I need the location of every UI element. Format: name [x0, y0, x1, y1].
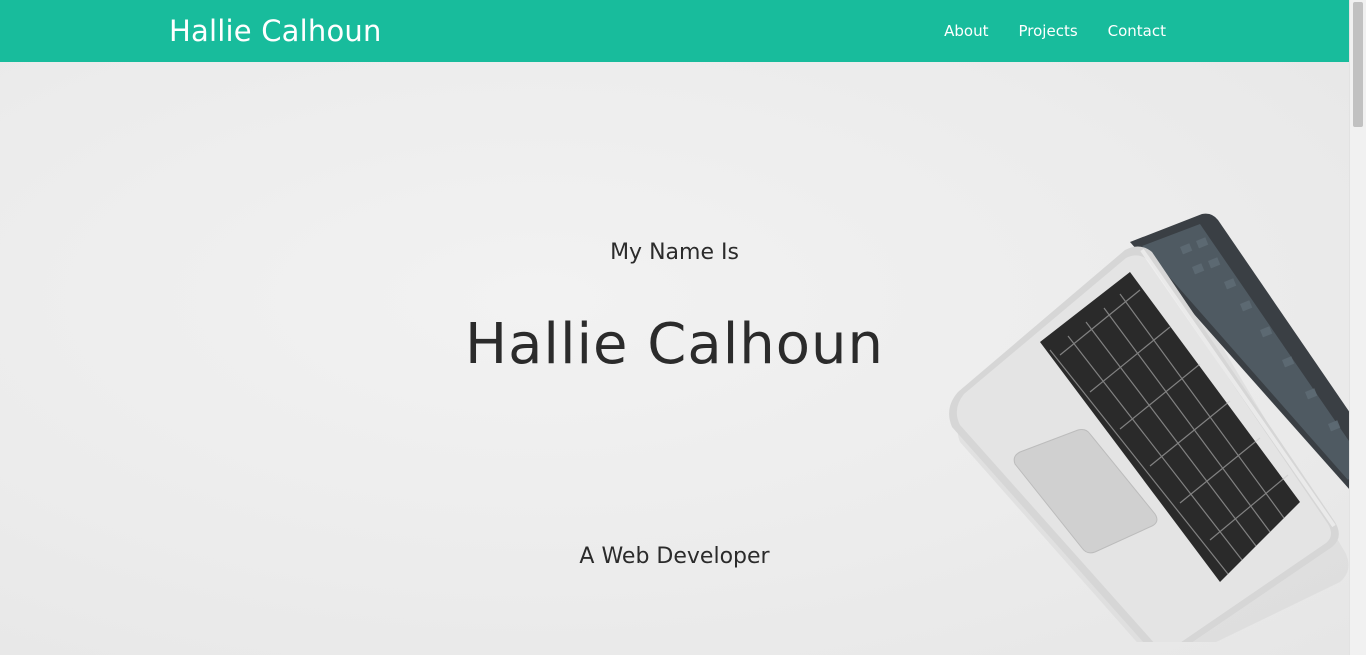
nav-link-contact[interactable]: Contact — [1108, 22, 1166, 40]
nav-link-projects[interactable]: Projects — [1019, 22, 1078, 40]
scrollbar-thumb[interactable] — [1353, 2, 1363, 127]
nav-links: About Projects Contact — [944, 0, 1166, 62]
hero-name: Hallie Calhoun — [464, 312, 885, 377]
hero-section: My Name Is Hallie Calhoun A Web Develope… — [0, 62, 1349, 655]
brand-link[interactable]: Hallie Calhoun — [169, 12, 382, 50]
vertical-scrollbar[interactable] — [1349, 0, 1366, 655]
page: Hallie Calhoun About Projects Contact My… — [0, 0, 1366, 655]
hero-role: A Web Developer — [579, 544, 770, 569]
navbar: Hallie Calhoun About Projects Contact — [0, 0, 1349, 62]
nav-link-about[interactable]: About — [944, 22, 988, 40]
hero-subtitle: My Name Is — [610, 240, 739, 265]
